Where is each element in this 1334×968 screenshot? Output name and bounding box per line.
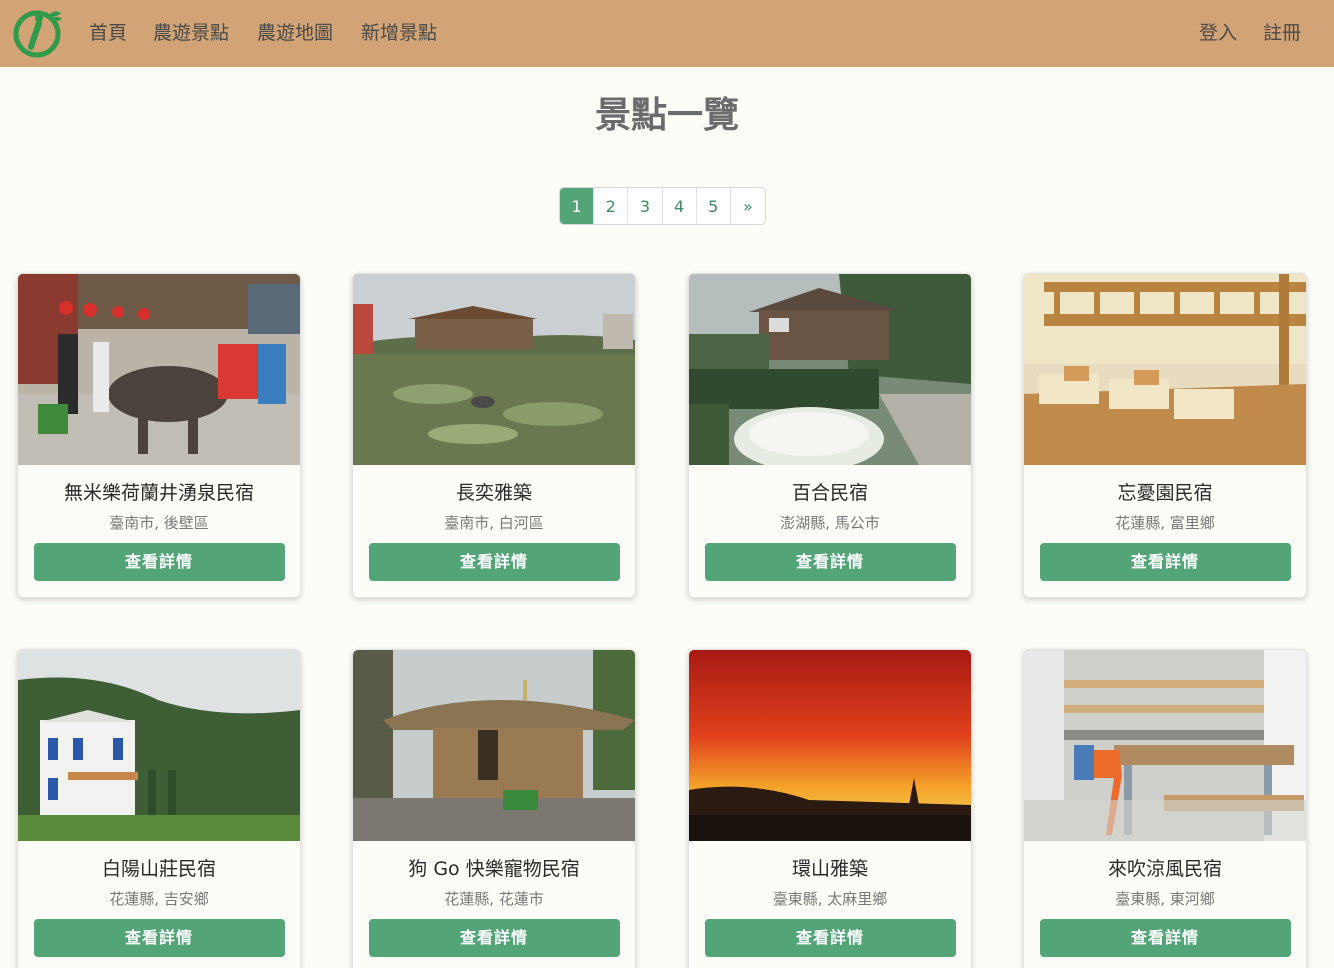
attraction-location: 花蓮縣, 花蓮市 [444, 890, 544, 908]
attraction-card: 環山雅築 臺東縣, 太麻里鄉 查看詳情 [688, 649, 972, 968]
page-title: 景點一覽 [594, 95, 739, 136]
attraction-photo[interactable] [18, 274, 300, 465]
attraction-title: 白陽山莊民宿 [101, 858, 216, 880]
view-details-button[interactable]: 查看詳情 [1039, 543, 1291, 581]
attraction-photo[interactable] [18, 650, 300, 841]
attraction-title: 長奕雅築 [455, 482, 532, 504]
attraction-title: 狗 Go 快樂寵物民宿 [408, 858, 580, 880]
view-details-button[interactable]: 查看詳情 [1039, 919, 1291, 957]
attraction-title: 忘憂園民宿 [1117, 482, 1213, 504]
attraction-location: 花蓮縣, 富里鄉 [1115, 514, 1215, 532]
next-page-button[interactable]: » [731, 188, 765, 224]
attraction-card: 來吹涼風民宿 臺東縣, 東河鄉 查看詳情 [1023, 649, 1307, 968]
page-1-button[interactable]: 1 [560, 188, 595, 224]
view-details-button[interactable]: 查看詳情 [33, 543, 285, 581]
page-3-button[interactable]: 3 [628, 188, 663, 224]
attraction-card: 忘憂園民宿 花蓮縣, 富里鄉 查看詳情 [1023, 273, 1307, 598]
logo-icon[interactable] [13, 7, 63, 59]
attraction-photo[interactable] [689, 650, 971, 841]
nav-home[interactable]: 首頁 [89, 20, 127, 46]
nav-register[interactable]: 註冊 [1263, 20, 1301, 46]
attraction-card: 白陽山莊民宿 花蓮縣, 吉安鄉 查看詳情 [17, 649, 301, 968]
attraction-photo[interactable] [1024, 650, 1306, 841]
attraction-location: 臺南市, 後壁區 [109, 514, 209, 532]
pagination: 1 2 3 4 5 » [559, 187, 766, 225]
attraction-photo[interactable] [353, 650, 635, 841]
nav-attractions[interactable]: 農遊景點 [153, 20, 229, 46]
attraction-card: 長奕雅築 臺南市, 白河區 查看詳情 [352, 273, 636, 598]
attraction-location: 臺南市, 白河區 [444, 514, 544, 532]
attraction-location: 花蓮縣, 吉安鄉 [109, 890, 209, 908]
attraction-location: 澎湖縣, 馬公市 [780, 514, 880, 532]
attraction-photo[interactable] [689, 274, 971, 465]
navbar: 首頁 農遊景點 農遊地圖 新增景點 登入 註冊 [0, 0, 1334, 67]
nav-login[interactable]: 登入 [1199, 20, 1237, 46]
view-details-button[interactable]: 查看詳情 [368, 919, 620, 957]
nav-add-attraction[interactable]: 新增景點 [361, 20, 437, 46]
attraction-card: 無米樂荷蘭井湧泉民宿 臺南市, 後壁區 查看詳情 [17, 273, 301, 598]
attraction-title: 無米樂荷蘭井湧泉民宿 [63, 482, 254, 504]
view-details-button[interactable]: 查看詳情 [368, 543, 620, 581]
attraction-title: 百合民宿 [791, 482, 868, 504]
attraction-card: 百合民宿 澎湖縣, 馬公市 查看詳情 [688, 273, 972, 598]
attraction-photo[interactable] [1024, 274, 1306, 465]
nav-map[interactable]: 農遊地圖 [257, 20, 333, 46]
attraction-card: 狗 Go 快樂寵物民宿 花蓮縣, 花蓮市 查看詳情 [352, 649, 636, 968]
page-5-button[interactable]: 5 [697, 188, 731, 224]
attraction-location: 臺東縣, 東河鄉 [1115, 890, 1215, 908]
attraction-photo[interactable] [353, 274, 635, 465]
view-details-button[interactable]: 查看詳情 [33, 919, 285, 957]
attraction-location: 臺東縣, 太麻里鄉 [772, 890, 888, 908]
attraction-title: 環山雅築 [791, 858, 868, 880]
page-4-button[interactable]: 4 [663, 188, 697, 224]
page-2-button[interactable]: 2 [594, 188, 629, 224]
view-details-button[interactable]: 查看詳情 [704, 919, 956, 957]
view-details-button[interactable]: 查看詳情 [704, 543, 956, 581]
attraction-title: 來吹涼風民宿 [1107, 858, 1222, 880]
